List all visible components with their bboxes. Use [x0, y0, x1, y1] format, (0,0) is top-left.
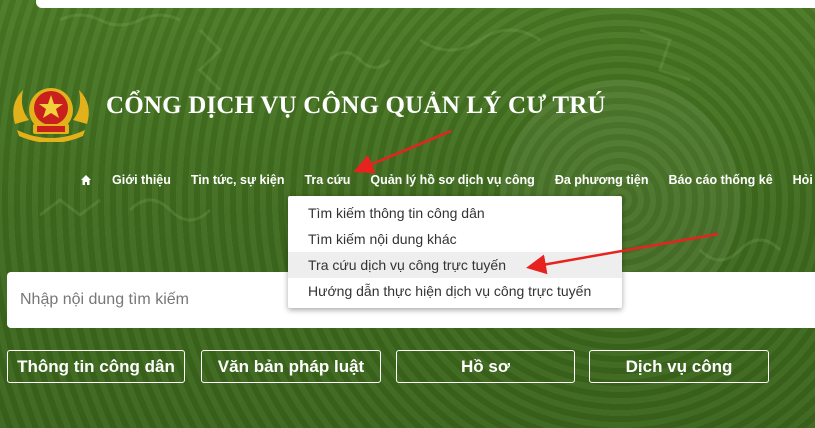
nav-item-tin-tuc[interactable]: Tin tức, sự kiện — [191, 173, 285, 187]
tra-cuu-dropdown-menu: Tìm kiếm thông tin công dân Tìm kiếm nội… — [288, 196, 622, 308]
nav-item-tra-cuu[interactable]: Tra cứu — [304, 173, 350, 187]
menu-item-tim-kiem-noi-dung-khac[interactable]: Tìm kiếm nội dung khác — [288, 226, 622, 252]
dich-vu-cong-button[interactable]: Dịch vụ công — [589, 350, 769, 383]
site-title: CỔNG DỊCH VỤ CÔNG QUẢN LÝ CƯ TRÚ — [106, 92, 606, 119]
menu-item-tra-cuu-dich-vu-cong[interactable]: Tra cứu dịch vụ công trực tuyến — [288, 252, 622, 278]
menu-item-tim-kiem-thong-tin-cong-dan[interactable]: Tìm kiếm thông tin công dân — [288, 200, 622, 226]
police-emblem-icon — [13, 88, 89, 142]
nav-item-quan-ly-ho-so[interactable]: Quản lý hồ sơ dịch vụ công — [370, 173, 534, 187]
nav-item-gioi-thieu[interactable]: Giới thiệu — [112, 173, 171, 187]
home-icon[interactable] — [80, 173, 94, 187]
van-ban-phap-luat-button[interactable]: Văn bản pháp luật — [201, 350, 381, 383]
nav-item-hoi-dap[interactable]: Hỏi đáp — [793, 173, 815, 187]
nav-item-da-phuong-tien[interactable]: Đa phương tiện — [555, 173, 649, 187]
top-search-strip — [36, 0, 815, 8]
menu-item-huong-dan-dich-vu-cong[interactable]: Hướng dẫn thực hiện dịch vụ công trực tu… — [288, 278, 622, 304]
nav-item-bao-cao-thong-ke[interactable]: Báo cáo thống kê — [668, 173, 772, 187]
thong-tin-cong-dan-button[interactable]: Thông tin công dân — [7, 350, 185, 383]
ho-so-button[interactable]: Hồ sơ — [396, 350, 575, 383]
main-nav: Giới thiệu Tin tức, sự kiện Tra cứu Quản… — [80, 171, 815, 189]
